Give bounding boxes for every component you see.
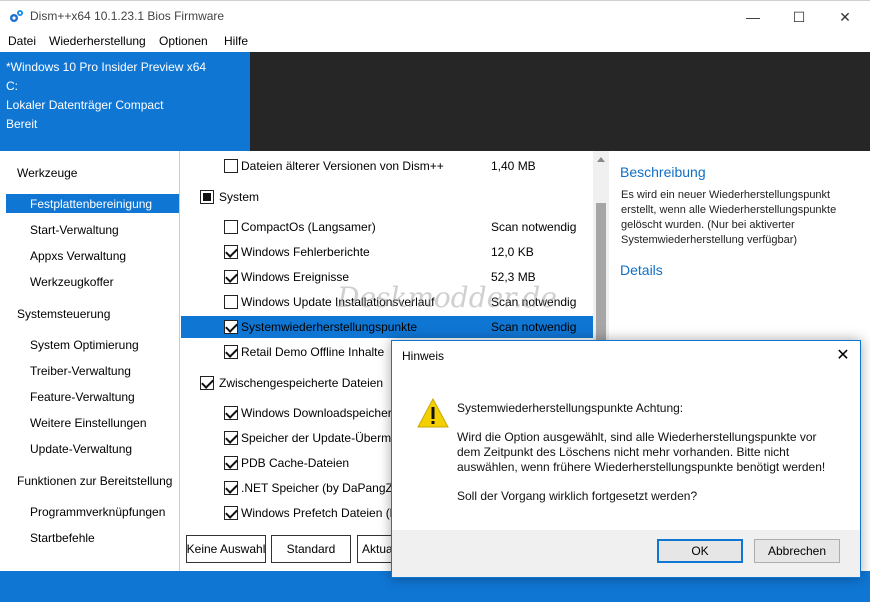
- checkbox[interactable]: [224, 159, 238, 173]
- session-volume: Lokaler Datenträger Compact: [6, 98, 164, 112]
- dialog-message-line2: dem Zeitpunkt des Löschens nicht mehr vo…: [457, 445, 790, 459]
- sidebar-item-appxs-verwaltung[interactable]: Appxs Verwaltung: [30, 249, 126, 263]
- dialog-message-line1: Wird die Option ausgewählt, sind alle Wi…: [457, 430, 817, 444]
- list-item-label: Windows Fehlerberichte: [241, 245, 370, 259]
- session-area: [250, 52, 870, 151]
- scroll-up-icon[interactable]: [597, 157, 605, 162]
- checkbox[interactable]: [200, 376, 214, 390]
- checkbox[interactable]: [224, 481, 238, 495]
- standard-button[interactable]: Standard: [271, 535, 351, 563]
- dialog-message-line3: auswählen, wenn frühere Wiederherstellun…: [457, 460, 826, 474]
- list-item-size: Scan notwendig: [491, 220, 577, 234]
- list-item-label: PDB Cache-Dateien: [241, 456, 350, 470]
- description-heading: Beschreibung: [620, 164, 706, 180]
- sidebar-group-bereitstellung: Funktionen zur Bereitstellung: [17, 474, 173, 488]
- maximize-button[interactable]: ☐: [776, 1, 822, 33]
- session-drive: C:: [6, 79, 18, 93]
- checkbox[interactable]: [224, 320, 238, 334]
- checkbox[interactable]: [200, 190, 214, 204]
- dialog-title: Hinweis: [402, 349, 445, 363]
- checkbox[interactable]: [224, 245, 238, 259]
- sidebar-group-werkzeuge: Werkzeuge: [17, 166, 78, 180]
- dialog-footer: OK Abbrechen: [392, 530, 860, 577]
- dialog-heading: Systemwiederherstellungspunkte Achtung:: [457, 401, 684, 415]
- session-os: *Windows 10 Pro Insider Preview x64: [6, 60, 207, 74]
- description-text: Es wird ein neuer Wiederherstellungspunk…: [621, 189, 837, 246]
- menu-optionen[interactable]: Optionen: [159, 34, 208, 48]
- sidebar-item-update-verwaltung[interactable]: Update-Verwaltung: [30, 442, 132, 456]
- list-item[interactable]: CompactOs (Langsamer) Scan notwendig: [181, 216, 593, 238]
- list-item-label: Speicher der Update-Übermi: [241, 431, 394, 445]
- list-item[interactable]: Dateien älterer Versionen von Dism++ 1,4…: [181, 155, 593, 177]
- checkbox[interactable]: [224, 431, 238, 445]
- sidebar-item-werkzeugkoffer[interactable]: Werkzeugkoffer: [30, 275, 114, 289]
- window-title: Dism++x64 10.1.23.1 Bios Firmware: [30, 9, 225, 23]
- menu-datei[interactable]: Datei: [8, 34, 36, 48]
- minimize-button[interactable]: —: [730, 1, 776, 33]
- select-none-button[interactable]: Keine Auswahl: [186, 535, 266, 563]
- menu-hilfe[interactable]: Hilfe: [224, 34, 248, 48]
- sidebar-item-system-optimierung[interactable]: System Optimierung: [30, 338, 139, 352]
- sidebar-item-treiber-verwaltung[interactable]: Treiber-Verwaltung: [30, 364, 131, 378]
- ok-button[interactable]: OK: [657, 539, 743, 563]
- menu-wiederherstellung[interactable]: Wiederherstellung: [49, 34, 146, 48]
- list-item-label: CompactOs (Langsamer): [241, 220, 376, 234]
- dialog-title-bar: Hinweis ✕: [392, 341, 860, 372]
- title-bar: Dism++x64 10.1.23.1 Bios Firmware — ☐ ✕: [0, 0, 870, 32]
- list-group-label: Zwischengespeicherte Dateien: [219, 376, 384, 390]
- dialog-question: Soll der Vorgang wirklich fortgesetzt we…: [457, 489, 698, 503]
- list-item-label: .NET Speicher (by DaPangZi: [241, 481, 396, 495]
- list-item-label: Windows Ereignisse: [241, 270, 350, 284]
- checkbox[interactable]: [224, 270, 238, 284]
- close-button[interactable]: ✕: [822, 1, 868, 33]
- list-item-label: Windows Downloadspeicher: [241, 406, 392, 420]
- checkbox[interactable]: [224, 406, 238, 420]
- cancel-button[interactable]: Abbrechen: [754, 539, 840, 563]
- gear-icon: [10, 10, 23, 22]
- sidebar-item-startbefehle[interactable]: Startbefehle: [30, 531, 95, 545]
- checkbox[interactable]: [224, 506, 238, 520]
- menu-bar: Datei Wiederherstellung Optionen Hilfe: [0, 32, 870, 52]
- scroll-thumb[interactable]: [596, 203, 606, 353]
- checkbox[interactable]: [224, 345, 238, 359]
- dialog-body: Systemwiederherstellungspunkte Achtung: …: [392, 372, 860, 530]
- list-item-size: 1,40 MB: [491, 159, 536, 173]
- list-item-size: Scan notwendig: [491, 320, 577, 334]
- list-group-system[interactable]: System: [181, 186, 593, 208]
- details-heading: Details: [620, 262, 663, 278]
- close-icon[interactable]: ✕: [832, 345, 854, 367]
- session-info-panel[interactable]: *Windows 10 Pro Insider Preview x64 C: L…: [0, 52, 250, 151]
- sidebar-item-programmverknuepfungen[interactable]: Programmverknüpfungen: [30, 505, 165, 519]
- list-item-selected[interactable]: Systemwiederherstellungspunkte Scan notw…: [181, 316, 593, 338]
- sidebar-item-start-verwaltung[interactable]: Start-Verwaltung: [30, 223, 119, 237]
- checkbox[interactable]: [224, 456, 238, 470]
- list-item-label: Retail Demo Offline Inhalte: [241, 345, 385, 359]
- list-group-label: System: [219, 190, 260, 204]
- list-item-size: 12,0 KB: [491, 245, 534, 259]
- watermark: Deskmodder.de: [337, 281, 557, 314]
- description-panel: Beschreibung Es wird ein neuer Wiederher…: [609, 151, 870, 341]
- warning-icon: [417, 398, 449, 428]
- list-item-label: Systemwiederherstellungspunkte: [241, 320, 418, 334]
- list-item-label: Windows Prefetch Dateien (b: [241, 506, 397, 520]
- sidebar-item-festplattenbereinigung[interactable]: Festplattenbereinigung: [30, 197, 152, 211]
- sidebar-item-weitere-einstellungen[interactable]: Weitere Einstellungen: [30, 416, 147, 430]
- list-item-label: Dateien älterer Versionen von Dism++: [241, 159, 444, 173]
- session-status: Bereit: [6, 117, 38, 131]
- sidebar-item-feature-verwaltung[interactable]: Feature-Verwaltung: [30, 390, 135, 404]
- list-item[interactable]: Windows Fehlerberichte 12,0 KB: [181, 241, 593, 263]
- warning-dialog: Hinweis ✕ Systemwiederherstellungspunkte…: [391, 340, 861, 578]
- checkbox[interactable]: [224, 295, 238, 309]
- checkbox[interactable]: [224, 220, 238, 234]
- sidebar-group-systemsteuerung: Systemsteuerung: [17, 307, 111, 321]
- sidebar: Werkzeuge Festplattenbereinigung Start-V…: [0, 151, 180, 571]
